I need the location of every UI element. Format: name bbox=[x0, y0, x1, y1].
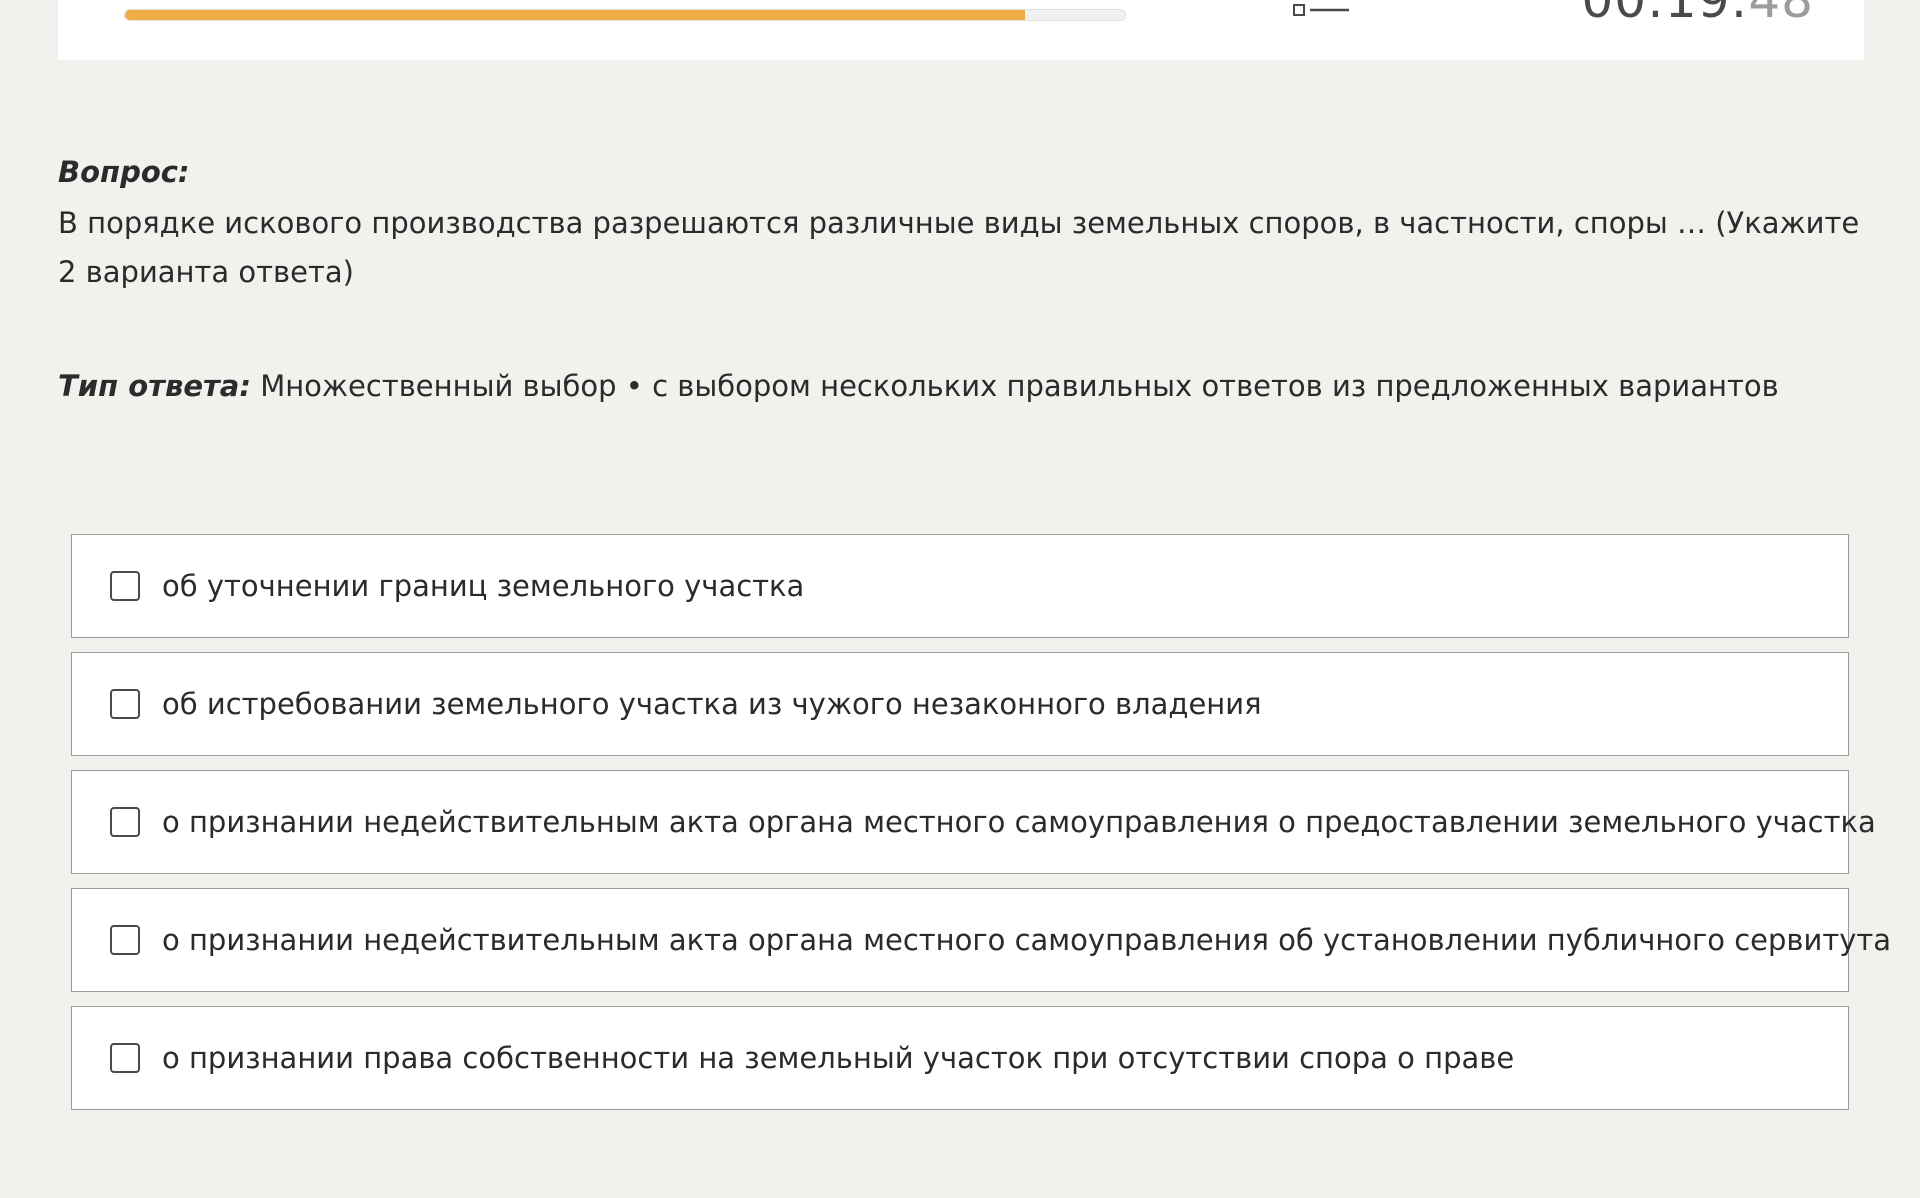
answer-option-text: о признании недействительным акта органа… bbox=[162, 923, 1892, 957]
answer-type-value: Множественный выбор • с выбором нескольк… bbox=[260, 369, 1779, 403]
answer-option-text: о признании недействительным акта органа… bbox=[162, 805, 1876, 839]
timer: 00:19:48 bbox=[1581, 0, 1814, 30]
checkbox[interactable] bbox=[110, 1043, 140, 1073]
answer-option-4[interactable]: о признании недействительным акта органа… bbox=[71, 888, 1891, 992]
checkbox[interactable] bbox=[110, 689, 140, 719]
answer-option-text: об уточнении границ земельного участка bbox=[162, 569, 805, 603]
checkbox[interactable] bbox=[110, 925, 140, 955]
question-label: Вопрос: bbox=[58, 155, 190, 189]
timer-seconds: 48 bbox=[1748, 0, 1814, 29]
progress-bar-fill bbox=[125, 10, 1025, 20]
checkbox[interactable] bbox=[110, 571, 140, 601]
answer-options: об уточнении границ земельного участка о… bbox=[71, 534, 1891, 1124]
timer-main: 00:19: bbox=[1581, 0, 1749, 29]
answer-option-text: о признании права собственности на земел… bbox=[162, 1041, 1515, 1075]
answer-option-text: об истребовании земельного участка из чу… bbox=[162, 687, 1262, 721]
answer-type: Тип ответа: Множественный выбор • с выбо… bbox=[58, 366, 1779, 406]
header-panel: 00:19:48 bbox=[58, 0, 1864, 60]
answer-type-label: Тип ответа: bbox=[58, 369, 251, 403]
question-map-icon[interactable] bbox=[1292, 3, 1352, 19]
answer-option-5[interactable]: о признании права собственности на земел… bbox=[71, 1006, 1849, 1110]
question-text: В порядке искового производства разрешаю… bbox=[58, 206, 1860, 289]
answer-option-3[interactable]: о признании недействительным акта органа… bbox=[71, 770, 1876, 874]
answer-option-2[interactable]: об истребовании земельного участка из чу… bbox=[71, 652, 1849, 756]
answer-option-1[interactable]: об уточнении границ земельного участка bbox=[71, 534, 1849, 638]
checkbox[interactable] bbox=[110, 807, 140, 837]
progress-bar bbox=[124, 9, 1126, 21]
